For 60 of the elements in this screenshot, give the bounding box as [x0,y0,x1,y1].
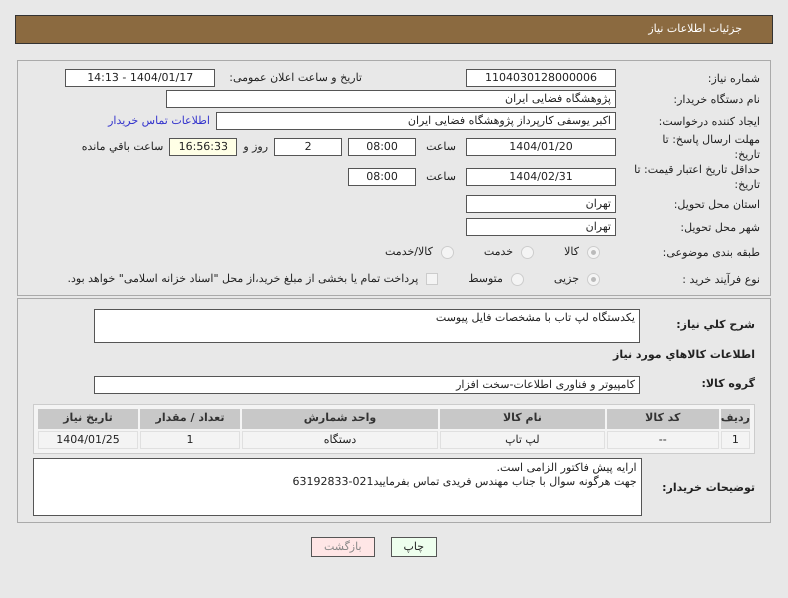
field-label: طبقه بندی موضوعی: [662,244,760,260]
text-label: ساعت [425,138,457,155]
field-label: شماره نیاز: [706,70,760,86]
field-label: نوع فرآیند خرید : [681,272,760,286]
column-header: واحد شمارش [242,408,438,428]
text-label: تاریخ و ساعت اعلان عمومی: [229,70,362,86]
table-cell: 1404/01/25 [38,430,138,449]
field-label: مهلت ارسال پاسخ: تا تاریخ: [661,132,760,162]
description-textarea[interactable]: یکدستگاه لپ تاب با مشخصات فایل پیوست [94,309,640,343]
text-field[interactable]: کامپیوتر و فناوری اطلاعات-سخت افزار [94,376,640,394]
text-field[interactable]: پژوهشگاه فضایی ایران [166,90,616,108]
text-field[interactable]: اکبر یوسفی کارپرداز پژوهشگاه فضایی ایران [216,112,616,130]
text-field[interactable]: 1404/01/17 - 14:13 [65,69,216,87]
field-label: نام دستگاه خریدار: [672,92,760,106]
buyer-contact-link[interactable]: اطلاعات تماس خریدار [108,112,210,130]
field-label: شهر محل تحویل: [679,220,760,234]
text-label: توضیحات خریدار: [661,480,755,496]
text-field[interactable]: 1104030128000006 [466,69,616,87]
radio-button[interactable] [440,246,454,258]
column-header: تاریخ نیاز [38,408,138,428]
print-button[interactable]: چاپ [390,537,438,557]
text-field[interactable]: تهران [466,218,616,236]
table-cell: لپ تاپ [440,430,605,449]
table-cell: 1 [140,430,240,449]
table-cell: 1 [720,430,750,449]
page-title: جزئیات اطلاعات نیاز [648,21,742,38]
buyer-notes-textarea[interactable]: ارایه پیش فاکتور الزامی است. جهت هرگونه سوال با جناب مهندس فریدی تماس بفرمایید021-63192833 [33,458,642,516]
radio-button[interactable] [510,272,524,286]
field-label: ایجاد کننده درخواست: [658,114,760,128]
text-label: ساعت [425,168,457,185]
table-cell: -- [606,430,719,449]
text-field[interactable]: 1404/01/20 [466,138,616,156]
radio-button[interactable] [587,246,600,258]
text-field[interactable]: تهران [466,195,616,213]
text-label: پرداخت تمام یا بخشی از مبلغ خرید،از محل "اسناد خزانه اسلامی" خواهد بود. [68,270,418,287]
countdown-field[interactable]: 16:56:33 [169,138,238,156]
text-label: شرح کلي نياز: [675,317,755,333]
text-field[interactable]: 2 [274,138,342,156]
section-heading: اطلاعات كالاهاي مورد نياز [612,347,755,363]
field-label: حداقل تاریخ اعتبار قیمت: تا تاریخ: [633,162,760,192]
radio-label: متوسط [468,270,503,287]
column-header: تعداد / مقدار [140,408,240,428]
text-field[interactable]: 08:00 [348,168,416,186]
text-field[interactable]: 1404/02/31 [466,168,616,186]
column-header: کد کالا [606,408,719,428]
radio-label: خدمت [484,244,514,260]
radio-button[interactable] [521,246,534,258]
radio-label: کالا/خدمت [385,244,433,260]
table-cell: دستگاه [242,430,438,449]
column-header: ردیف [720,408,750,428]
text-label: ساعت باقي مانده [82,138,164,155]
checkbox[interactable] [426,273,438,285]
radio-button[interactable] [587,272,600,286]
text-label: روز و [243,138,268,155]
text-label: گروه کالا: [700,376,755,392]
radio-label: کالا [564,244,579,260]
column-header: نام کالا [440,408,605,428]
radio-label: جزیی [554,270,579,287]
text-field[interactable]: 08:00 [348,138,416,156]
field-label: استان محل تحویل: [672,196,760,212]
